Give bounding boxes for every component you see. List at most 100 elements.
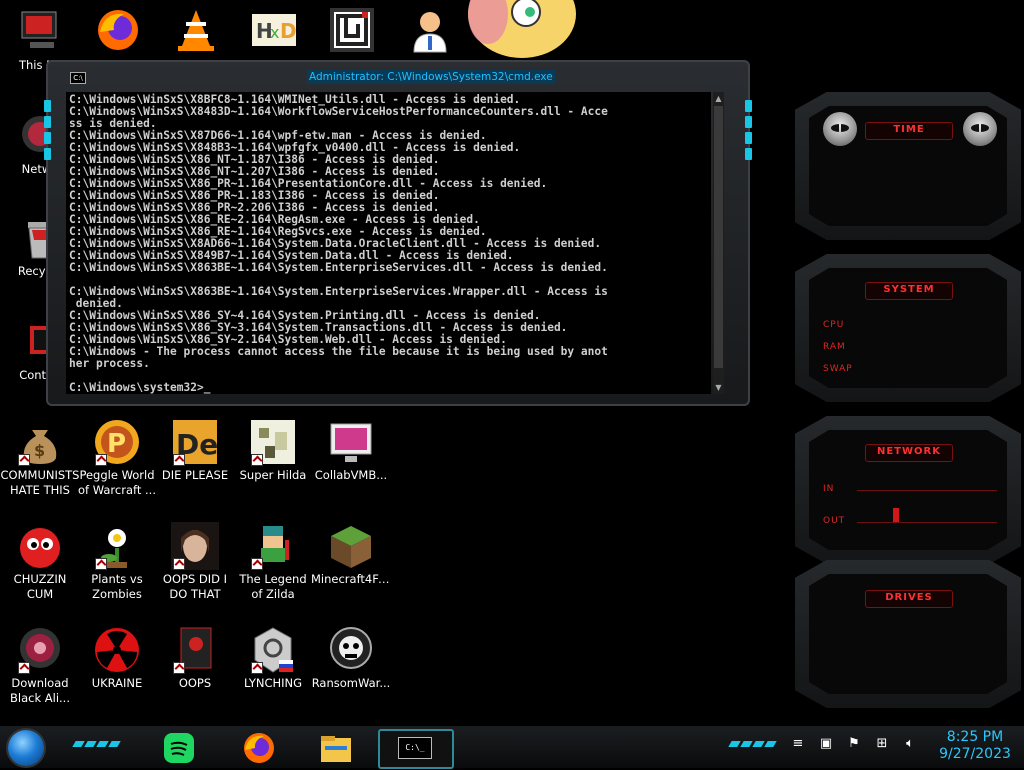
skull-icon xyxy=(327,626,375,674)
desktop-icon-zilda[interactable]: The Legend of Zilda xyxy=(233,522,313,602)
console-output[interactable]: C:\Windows\WinSxS\X8BFC8~1.164\WMINet_Ut… xyxy=(66,92,711,394)
hxd-icon: HxD xyxy=(250,6,298,54)
scroll-down-icon[interactable]: ▼ xyxy=(714,382,723,393)
desktop-icon-vlc[interactable] xyxy=(156,6,236,56)
cpu-label: CPU xyxy=(823,320,845,330)
maze-icon xyxy=(328,6,376,54)
desktop-icon-oops-did-i[interactable]: OOPS DID I DO THAT xyxy=(155,522,235,602)
die-icon: De xyxy=(171,418,219,466)
this-pc-icon xyxy=(16,8,64,56)
nvidia-icon[interactable]: ▣ xyxy=(818,736,834,752)
desktop-icon-label: Download Black Ali... xyxy=(10,676,70,705)
doctor-icon xyxy=(406,6,454,54)
desktop-icon-label: Super Hilda xyxy=(239,468,307,482)
ram-label: RAM xyxy=(823,342,846,352)
gadget-title: TIME xyxy=(865,122,953,140)
console-right-edge-lights xyxy=(745,100,752,164)
console-text[interactable]: C:\Windows\WinSxS\X8BFC8~1.164\WMINet_Ut… xyxy=(66,92,711,394)
super-hilda-icon xyxy=(249,418,297,466)
chuzzle-icon xyxy=(16,522,64,570)
desktop-icon-super-hilda[interactable]: Super Hilda xyxy=(233,418,313,483)
system-gadget[interactable]: SYSTEM CPU RAM SWAP xyxy=(795,254,1021,402)
desktop-icon-oops[interactable]: OOPS xyxy=(155,626,235,691)
network-out-spike xyxy=(893,508,899,522)
network-gadget[interactable]: NETWORK IN OUT xyxy=(795,416,1021,564)
svg-text:P: P xyxy=(107,429,126,459)
desktop-icon-download-black-alienware[interactable]: Download Black Ali... xyxy=(0,626,80,706)
oops-icon xyxy=(171,626,219,674)
taskbar: C:\_ ≡ ▣ ⚑ ⊞ 🔈︎ 8:25 PM 9/27/2023 xyxy=(0,726,1024,769)
volume-icon[interactable]: 🔈︎ xyxy=(902,736,918,752)
desktop-icon-label: COMMUNISTS HATE THIS G... xyxy=(0,468,80,497)
desktop-icon-label: Plants vs Zombies xyxy=(91,572,143,601)
desktop-icon-label: OOPS xyxy=(178,676,212,690)
desktop-icon-hxd[interactable]: HxD xyxy=(234,6,314,56)
desktop-icon-label: The Legend of Zilda xyxy=(239,572,307,601)
network-in-label: IN xyxy=(823,484,835,494)
taskbar-cmd[interactable]: C:\_ xyxy=(378,729,454,769)
network-out-label: OUT xyxy=(823,516,846,526)
alien-head-icon xyxy=(823,112,857,146)
console-titlebar[interactable]: C:\ Administrator: C:\Windows\System32\c… xyxy=(70,69,726,87)
console-left-edge-lights xyxy=(44,100,51,164)
drives-gadget[interactable]: DRIVES xyxy=(795,560,1021,708)
desktop-icon-label: OOPS DID I DO THAT xyxy=(162,572,228,601)
minecraft-icon xyxy=(327,522,375,570)
desktop-icon-die-please[interactable]: De DIE PLEASE xyxy=(155,418,235,483)
desktop-icon-ransomware[interactable]: RansomWar... xyxy=(311,626,391,691)
desktop-icon-label: LYNCHING xyxy=(243,676,303,690)
scroll-up-icon[interactable]: ▲ xyxy=(714,93,723,104)
desktop-icon-firefox[interactable] xyxy=(78,6,158,56)
cmd-icon: C:\_ xyxy=(398,737,432,759)
cmd-icon[interactable]: C:\ xyxy=(70,72,86,84)
collabvm-icon xyxy=(327,418,375,466)
console-window[interactable]: C:\ Administrator: C:\Windows\System32\c… xyxy=(44,60,752,406)
desktop-icon-plants-vs-zombies[interactable]: Plants vs Zombies xyxy=(77,522,157,602)
desktop-icon-label: RansomWar... xyxy=(311,676,391,690)
desktop-icon-ukraine[interactable]: UKRAINE xyxy=(77,626,157,691)
cartoon-character-icon[interactable] xyxy=(458,0,578,60)
desktop-icon-peggle[interactable]: P Peggle World of Warcraft ... xyxy=(77,418,157,498)
firefox-icon xyxy=(244,733,274,763)
plants-vs-zombies-icon xyxy=(93,522,141,570)
file-explorer-icon xyxy=(321,736,351,762)
portrait-icon xyxy=(171,522,219,570)
desktop-icon-chuzzin[interactable]: CHUZZIN CUM xyxy=(0,522,80,602)
svg-text:D: D xyxy=(280,19,297,43)
network-in-graph xyxy=(857,490,997,491)
taskbar-spotify[interactable] xyxy=(160,730,198,766)
gadget-title: NETWORK xyxy=(865,444,953,462)
clock[interactable]: 8:25 PM 9/27/2023 xyxy=(930,729,1020,763)
svg-text:$: $ xyxy=(34,441,45,460)
desktop-icon-collabvm[interactable]: CollabVMB... xyxy=(311,418,391,483)
clock-date: 9/27/2023 xyxy=(939,746,1011,762)
desktop-icon-minecraft[interactable]: Minecraft4Fr... xyxy=(311,522,391,587)
svg-text:x: x xyxy=(270,23,279,42)
lynching-icon xyxy=(249,626,297,674)
gadget-title: DRIVES xyxy=(865,590,953,608)
taskbar-file-explorer[interactable] xyxy=(317,730,355,766)
network-icon[interactable]: ⊞ xyxy=(874,736,890,752)
swap-label: SWAP xyxy=(823,364,853,374)
desktop-icon-label: UKRAINE xyxy=(91,676,143,690)
radiation-icon xyxy=(93,626,141,674)
chevron-icon[interactable]: ≡ xyxy=(790,736,806,752)
console-scrollbar[interactable]: ▲ ▼ xyxy=(713,92,724,394)
taskbar-accent-lights xyxy=(728,741,777,747)
desktop-icon-label: DIE PLEASE xyxy=(161,468,229,482)
taskbar-firefox[interactable] xyxy=(240,730,278,766)
window-title: Administrator: C:\Windows\System32\cmd.e… xyxy=(307,70,555,84)
desktop-icon-lynching[interactable]: LYNCHING xyxy=(233,626,313,691)
start-button[interactable] xyxy=(8,730,44,766)
vlc-icon xyxy=(172,6,220,54)
time-gadget[interactable]: TIME xyxy=(795,92,1021,240)
taskbar-accent-lights xyxy=(72,741,121,747)
scroll-thumb[interactable] xyxy=(714,106,723,368)
desktop-icon-label: Peggle World of Warcraft ... xyxy=(78,468,156,497)
clock-time: 8:25 PM xyxy=(946,729,1004,745)
flag-icon[interactable]: ⚑ xyxy=(846,736,862,752)
desktop-icon-label: CHUZZIN CUM xyxy=(13,572,67,601)
desktop-icon-maze[interactable] xyxy=(312,6,392,56)
gadget-title: SYSTEM xyxy=(865,282,953,300)
desktop-icon-communists[interactable]: $ COMMUNISTS HATE THIS G... xyxy=(0,418,80,498)
